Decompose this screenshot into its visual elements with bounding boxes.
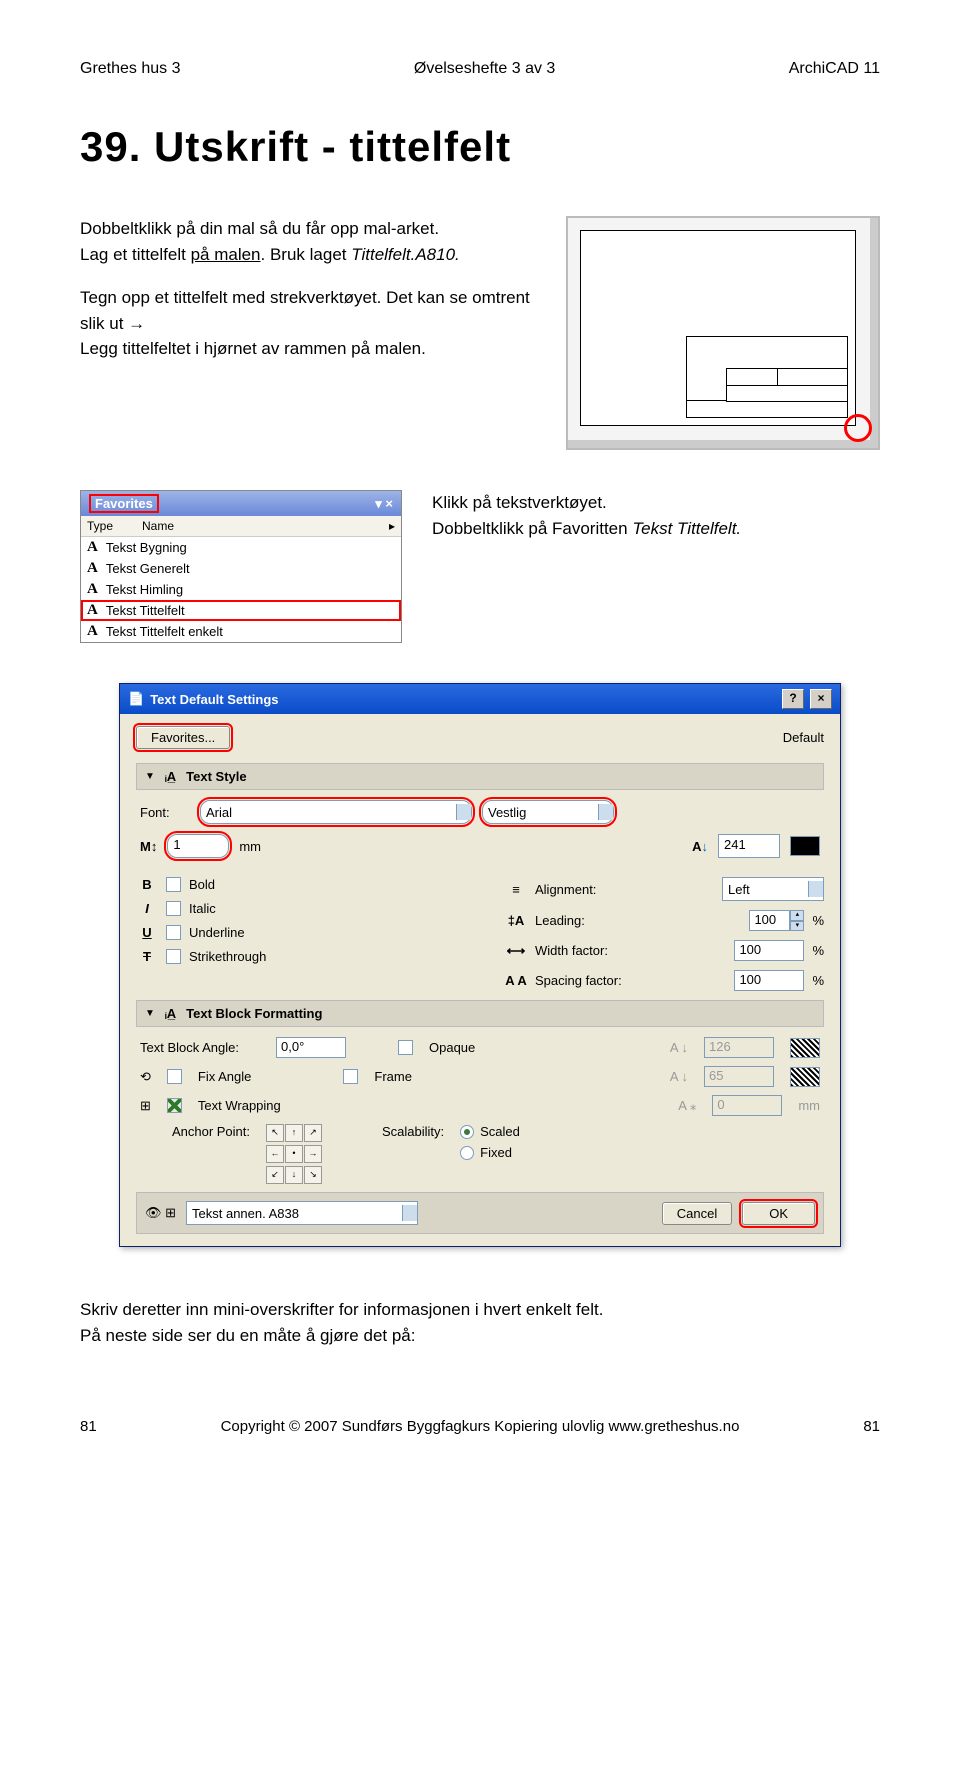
fav-item-selected[interactable]: ATekst Tittelfelt (81, 600, 401, 621)
cancel-button[interactable]: Cancel (662, 1202, 732, 1225)
page-title: 39. Utskrift - tittelfelt (80, 123, 880, 171)
bg-pen-input: 126 (704, 1037, 774, 1058)
angle-input[interactable]: 0,0° (276, 1037, 346, 1058)
fix-angle-checkbox[interactable] (167, 1069, 182, 1084)
dialog-title: Text Default Settings (150, 692, 278, 707)
page-num-left: 81 (80, 1418, 97, 1435)
bold-checkbox[interactable] (166, 877, 181, 892)
layer-select[interactable]: Tekst annen. A838 (186, 1201, 418, 1225)
color-icon: A↓ (692, 839, 708, 854)
underline-checkbox[interactable] (166, 925, 181, 940)
fav-item[interactable]: ATekst Himling (81, 579, 401, 600)
color-input[interactable]: 241 (718, 834, 780, 858)
size-icon: M↕ (140, 839, 157, 854)
collapse-icon: ▼ (145, 1008, 155, 1019)
color-swatch[interactable] (790, 836, 820, 856)
layout-preview (566, 216, 880, 450)
text-icon: A (87, 560, 98, 577)
bg-swatch (790, 1038, 820, 1058)
dialog-icon: 📄 (128, 691, 144, 707)
fav-item[interactable]: ATekst Bygning (81, 537, 401, 558)
fix-angle-icon: ⟲ (140, 1069, 151, 1085)
help-button[interactable]: ? (782, 689, 804, 709)
highlight-circle-icon (844, 414, 872, 442)
favorites-panel: Favorites▾ × TypeName▸ ATekst Bygning AT… (80, 490, 402, 643)
size-input[interactable]: 1 (167, 834, 229, 858)
favorites-title: Favorites (89, 494, 159, 513)
leading-icon: ‡A (505, 913, 527, 928)
italic-icon: I (136, 901, 158, 916)
dropdown-icon[interactable]: ▾ × (375, 496, 393, 512)
text-icon: A (87, 581, 98, 598)
underline-icon: U (136, 925, 158, 940)
width-icon: ⟷ (505, 943, 527, 959)
wrap-icon: ⊞ (140, 1098, 151, 1114)
collapse-icon: ▼ (145, 771, 155, 782)
arrow-icon[interactable]: ▸ (389, 519, 395, 533)
frame-checkbox[interactable] (343, 1069, 358, 1084)
bold-icon: B (136, 877, 158, 892)
spacing-icon: A A (505, 973, 527, 988)
spacing-input[interactable]: 100 (734, 970, 804, 991)
section-text-style[interactable]: ▼ᵢA̲Text Style (136, 763, 824, 790)
ok-button[interactable]: OK (742, 1202, 815, 1225)
section-block-format[interactable]: ▼ᵢA̲Text Block Formatting (136, 1000, 824, 1027)
text-settings-dialog: 📄 Text Default Settings ? × Favorites...… (119, 683, 841, 1247)
outro-text: Skriv deretter inn mini-overskrifter for… (80, 1297, 880, 1348)
align-select[interactable]: Left (722, 877, 824, 901)
text-icon: A (87, 623, 98, 640)
page-num-right: 81 (863, 1418, 880, 1435)
fav-instructions: Klikk på tekstverktøyet. Dobbeltklikk på… (432, 490, 741, 541)
hdr-center: Øvelseshefte 3 av 3 (414, 60, 555, 78)
opaque-checkbox[interactable] (398, 1040, 413, 1055)
offset-input: 0 (712, 1095, 782, 1116)
fav-item[interactable]: ATekst Generelt (81, 558, 401, 579)
font-label: Font: (140, 805, 190, 820)
text-style-icon: ᵢA̲ (165, 769, 176, 784)
hdr-left: Grethes hus 3 (80, 60, 181, 78)
anchor-label: Anchor Point: (140, 1124, 250, 1139)
frame-pen-icon: A ↓ (670, 1069, 688, 1084)
strike-checkbox[interactable] (166, 949, 181, 964)
angle-label: Text Block Angle: (140, 1040, 260, 1055)
anchor-grid[interactable]: ↖↑↗←•→↙↓↘ (266, 1124, 320, 1184)
strike-icon: T (136, 949, 158, 964)
wrap-checkbox[interactable] (167, 1098, 182, 1113)
leading-input[interactable]: 100▴▾ (749, 910, 804, 931)
default-label: Default (783, 730, 824, 745)
italic-checkbox[interactable] (166, 901, 181, 916)
offset-icon: A ⁎ (678, 1098, 696, 1114)
footer-text: Copyright © 2007 Sundførs Byggfagkurs Ko… (221, 1418, 740, 1435)
scalability-label: Scalability: (382, 1124, 444, 1139)
width-input[interactable]: 100 (734, 940, 804, 961)
layer-icon: 👁 ⊞ (145, 1205, 176, 1221)
frame-pen-input: 65 (704, 1066, 774, 1087)
favorites-button[interactable]: Favorites... (136, 726, 230, 749)
close-button[interactable]: × (810, 689, 832, 709)
fav-item[interactable]: ATekst Tittelfelt enkelt (81, 621, 401, 642)
align-icon: ≡ (505, 882, 527, 897)
text-icon: A (87, 602, 98, 619)
frame-swatch (790, 1067, 820, 1087)
script-select[interactable]: Vestlig (482, 800, 614, 824)
hdr-right: ArchiCAD 11 (789, 60, 880, 78)
intro-text: Dobbeltklikk på din mal så du får opp ma… (80, 216, 531, 450)
font-select[interactable]: Arial (200, 800, 472, 824)
bg-icon: A ↓ (670, 1040, 688, 1055)
scaled-radio[interactable] (460, 1125, 474, 1139)
block-icon: ᵢA̲ (165, 1006, 176, 1021)
text-icon: A (87, 539, 98, 556)
fixed-radio[interactable] (460, 1146, 474, 1160)
